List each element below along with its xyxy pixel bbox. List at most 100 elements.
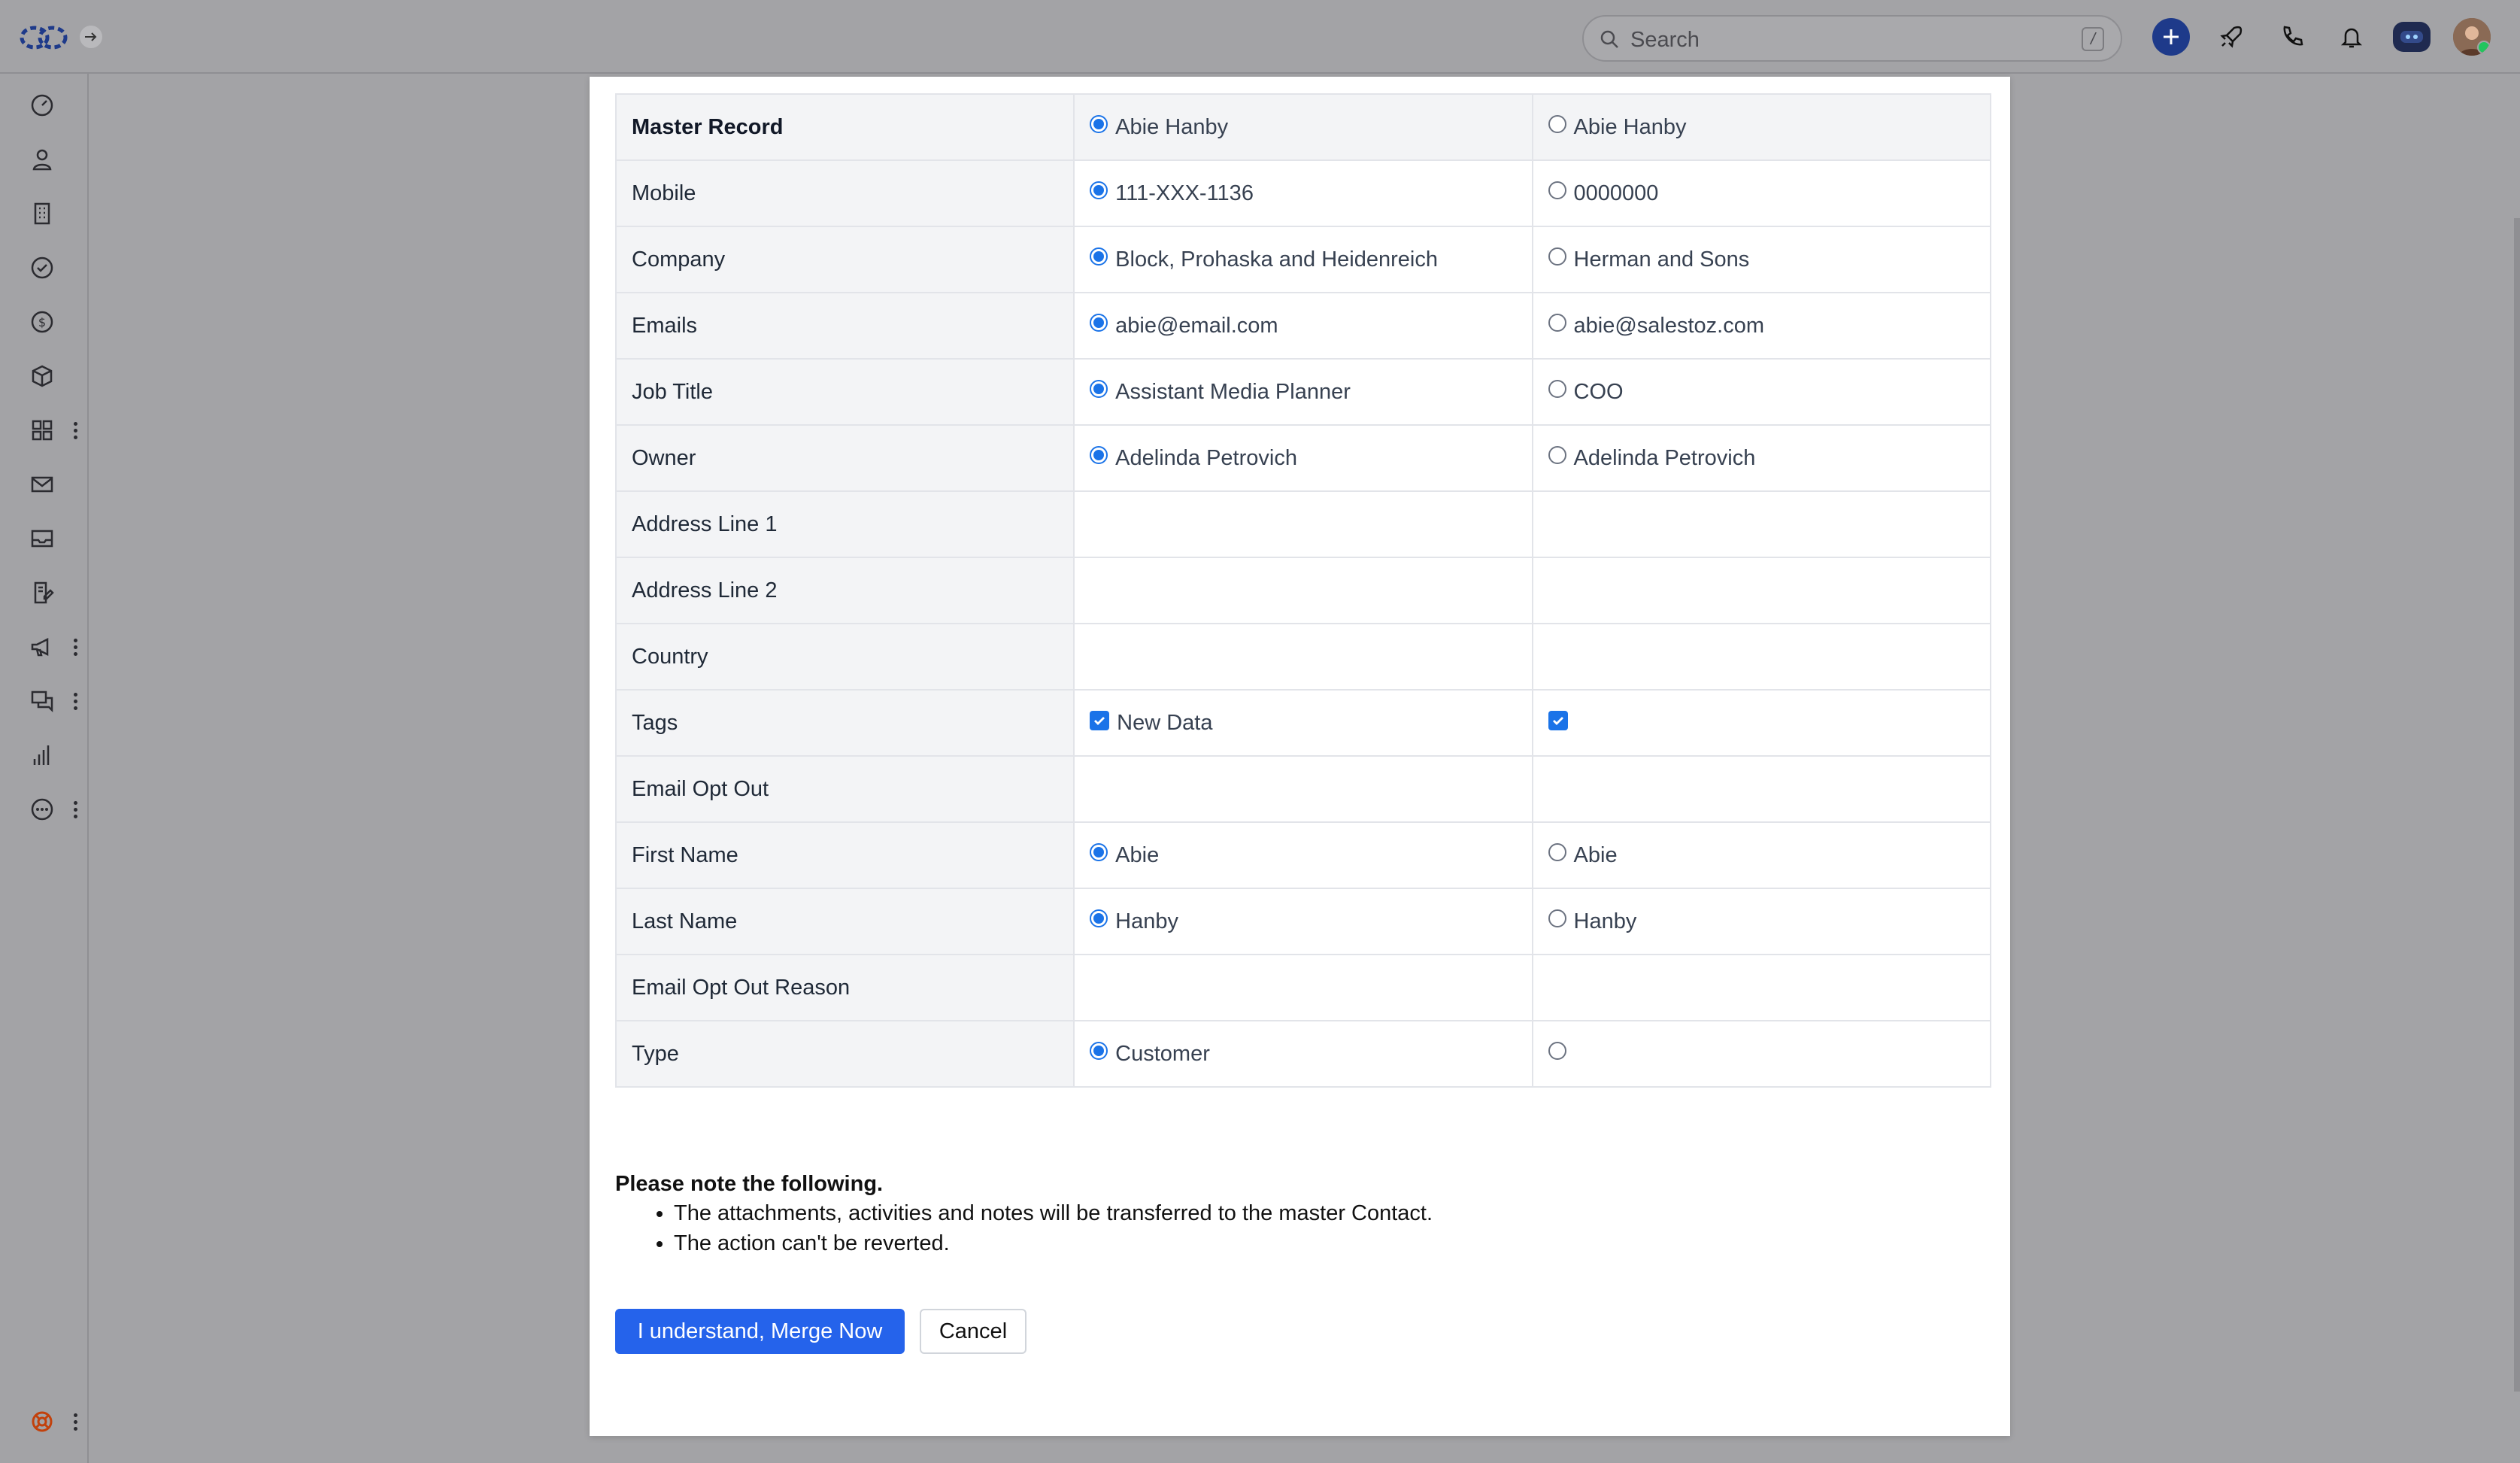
address-line-2-left-option bbox=[1073, 557, 1533, 624]
search-input[interactable] bbox=[1629, 24, 2053, 56]
radio-button[interactable] bbox=[1090, 115, 1108, 133]
email-opt-out-left-option bbox=[1073, 755, 1533, 823]
rocket-icon[interactable] bbox=[2212, 18, 2250, 56]
option-value: Assistant Media Planner bbox=[1115, 379, 1351, 404]
radio-button[interactable] bbox=[1548, 181, 1566, 199]
first-name-right-option[interactable]: Abie bbox=[1531, 821, 1992, 889]
more-icon[interactable] bbox=[26, 793, 59, 826]
expand-sidebar-arrow-icon[interactable] bbox=[80, 26, 102, 48]
merge-row-first-name: First Name Abie Abie bbox=[614, 821, 1992, 889]
deals-dollar-icon[interactable]: $ bbox=[26, 305, 59, 338]
option-value: Block, Prohaska and Heidenreich bbox=[1115, 247, 1438, 272]
email-opt-out-reason-right-option bbox=[1531, 954, 1992, 1021]
ai-assistant-bot-icon[interactable] bbox=[2393, 22, 2431, 52]
emails-right-option[interactable]: abie@salestoz.com bbox=[1531, 292, 1992, 360]
radio-button[interactable] bbox=[1090, 181, 1108, 199]
merge-row-company: Company Block, Prohaska and Heidenreich He… bbox=[614, 226, 1992, 293]
top-bar: / bbox=[0, 0, 2520, 74]
merge-comparison-table: Master Record Abie Hanby Abie Hanby Mobi… bbox=[614, 93, 1992, 1088]
emails-left-option[interactable]: abie@email.com bbox=[1073, 292, 1533, 360]
type-right-option[interactable] bbox=[1531, 1020, 1992, 1088]
address-line-1-left-option bbox=[1073, 490, 1533, 558]
companies-building-icon[interactable] bbox=[26, 197, 59, 230]
lifebuoy-icon[interactable] bbox=[26, 1405, 59, 1438]
checkbox[interactable] bbox=[1548, 711, 1568, 730]
help-more-menu-icon[interactable] bbox=[69, 1408, 81, 1435]
campaigns-more-menu-icon[interactable] bbox=[69, 633, 81, 660]
radio-button[interactable] bbox=[1090, 314, 1108, 332]
radio-button[interactable] bbox=[1548, 446, 1566, 464]
checkbox[interactable] bbox=[1090, 711, 1110, 730]
radio-button[interactable] bbox=[1090, 1042, 1108, 1060]
contacts-person-icon[interactable] bbox=[26, 143, 59, 176]
phone-icon[interactable] bbox=[2273, 18, 2310, 56]
mobile-right-option[interactable]: 0000000 bbox=[1531, 159, 1992, 227]
tags-right-option[interactable] bbox=[1531, 689, 1992, 757]
radio-button[interactable] bbox=[1548, 1042, 1566, 1060]
master-record-left-option[interactable]: Abie Hanby bbox=[1073, 93, 1533, 161]
row-label: First Name bbox=[614, 821, 1075, 889]
row-label: Address Line 2 bbox=[614, 557, 1075, 624]
last-name-right-option[interactable]: Hanby bbox=[1531, 888, 1992, 955]
quick-add-plus-icon[interactable] bbox=[2152, 18, 2190, 56]
radio-button[interactable] bbox=[1548, 380, 1566, 398]
country-left-option bbox=[1073, 623, 1533, 691]
products-box-icon[interactable] bbox=[26, 360, 59, 393]
apps-grid-icon[interactable] bbox=[26, 414, 59, 447]
search-bar[interactable]: / bbox=[1582, 15, 2122, 62]
radio-button[interactable] bbox=[1090, 446, 1108, 464]
radio-button[interactable] bbox=[1548, 909, 1566, 927]
row-label: Country bbox=[614, 623, 1075, 691]
page-scrollbar[interactable] bbox=[2514, 218, 2520, 1392]
merge-now-button[interactable]: I understand, Merge Now bbox=[615, 1309, 905, 1354]
dashboard-gauge-icon[interactable] bbox=[26, 89, 59, 122]
chat-more-menu-icon[interactable] bbox=[69, 687, 81, 715]
owner-left-option[interactable]: Adelinda Petrovich bbox=[1073, 424, 1533, 492]
last-name-left-option[interactable]: Hanby bbox=[1073, 888, 1533, 955]
radio-button[interactable] bbox=[1090, 843, 1108, 861]
notifications-bell-icon[interactable] bbox=[2333, 18, 2370, 56]
campaigns-megaphone-icon[interactable] bbox=[26, 630, 59, 663]
tags-left-option[interactable]: New Data bbox=[1073, 689, 1533, 757]
master-record-row: Master Record Abie Hanby Abie Hanby bbox=[614, 93, 1992, 161]
svg-text:$: $ bbox=[38, 315, 46, 329]
inbox-icon[interactable] bbox=[26, 522, 59, 555]
radio-button[interactable] bbox=[1548, 843, 1566, 861]
cancel-button[interactable]: Cancel bbox=[920, 1309, 1026, 1354]
company-right-option[interactable]: Herman and Sons bbox=[1531, 226, 1992, 293]
master-record-right-option[interactable]: Abie Hanby bbox=[1531, 93, 1992, 161]
company-left-option[interactable]: Block, Prohaska and Heidenreich bbox=[1073, 226, 1533, 293]
row-label: Mobile bbox=[614, 159, 1075, 227]
option-value: Hanby bbox=[1115, 909, 1178, 933]
mobile-left-option[interactable]: 111-XXX-1136 bbox=[1073, 159, 1533, 227]
email-opt-out-right-option bbox=[1531, 755, 1992, 823]
type-left-option[interactable]: Customer bbox=[1073, 1020, 1533, 1088]
merge-row-email-opt-out: Email Opt Out bbox=[614, 755, 1992, 823]
tasks-check-icon[interactable] bbox=[26, 251, 59, 284]
chat-icon[interactable] bbox=[26, 684, 59, 718]
owner-right-option[interactable]: Adelinda Petrovich bbox=[1531, 424, 1992, 492]
option-value: Abie Hanby bbox=[1115, 114, 1229, 139]
radio-button[interactable] bbox=[1548, 115, 1566, 133]
radio-button[interactable] bbox=[1090, 247, 1108, 266]
notes-list: The attachments, activities and notes wi… bbox=[615, 1198, 1433, 1258]
online-status-dot bbox=[2477, 41, 2491, 54]
first-name-left-option[interactable]: Abie bbox=[1073, 821, 1533, 889]
row-label: Owner bbox=[614, 424, 1075, 492]
merge-row-last-name: Last Name Hanby Hanby bbox=[614, 888, 1992, 955]
user-avatar[interactable] bbox=[2453, 18, 2491, 56]
mail-icon[interactable] bbox=[26, 468, 59, 501]
reports-bar-chart-icon[interactable] bbox=[26, 739, 59, 772]
job-title-left-option[interactable]: Assistant Media Planner bbox=[1073, 358, 1533, 426]
apps-more-menu-icon[interactable] bbox=[69, 417, 81, 444]
app-logo-icon[interactable] bbox=[20, 23, 68, 53]
documents-sign-icon[interactable] bbox=[26, 576, 59, 609]
radio-button[interactable] bbox=[1090, 909, 1108, 927]
radio-button[interactable] bbox=[1548, 247, 1566, 266]
radio-button[interactable] bbox=[1090, 380, 1108, 398]
address-line-2-right-option bbox=[1531, 557, 1992, 624]
more-menu-icon[interactable] bbox=[69, 796, 81, 823]
radio-button[interactable] bbox=[1548, 314, 1566, 332]
job-title-right-option[interactable]: COO bbox=[1531, 358, 1992, 426]
merge-row-type: Type Customer bbox=[614, 1020, 1992, 1088]
